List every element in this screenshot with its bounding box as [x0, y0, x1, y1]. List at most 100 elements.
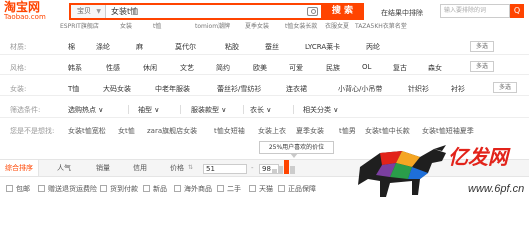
style-option[interactable]: 休闲 [143, 63, 157, 73]
hot-keyword[interactable]: TAZA5KH衣第名堂 [355, 21, 407, 30]
hot-keyword[interactable]: tomiom潮牌 [195, 21, 230, 30]
hot-keyword[interactable]: t恤 [153, 21, 161, 30]
related-search-label: 您是不是想找: [10, 127, 55, 135]
women-option[interactable]: 衬衫 [451, 84, 465, 94]
style-option[interactable]: 简约 [216, 63, 230, 73]
related-search-row: 您是不是想找: 女装t恤宽松 女t恤 zara旗舰店女装 t恤女短袖 女装上衣 … [0, 121, 529, 138]
sort-popularity-tab[interactable]: 人气 [57, 160, 71, 176]
watermark-site: www.6pf.cn [468, 183, 525, 195]
style-multi-select-button[interactable]: 多选 [470, 61, 494, 72]
free-shipping-checkbox[interactable] [6, 185, 13, 192]
hot-keyword[interactable]: 衣服女夏 [325, 21, 349, 30]
material-option[interactable]: 蚕丝 [265, 42, 279, 52]
style-option[interactable]: 韩系 [68, 63, 82, 73]
price-min-input[interactable]: 51 [203, 164, 247, 174]
exclude-search-button[interactable]: Q [510, 4, 524, 18]
style-option[interactable]: 森女 [428, 63, 442, 73]
related-keyword[interactable]: 女装t恤短袖夏季 [422, 126, 474, 136]
search-input[interactable] [107, 5, 307, 18]
related-keyword[interactable]: 女装t恤宽松 [68, 126, 106, 136]
related-keyword[interactable]: zara旗舰店女装 [147, 126, 197, 136]
sort-price-tab[interactable]: 价格 [170, 160, 184, 176]
checkbox-label: 正品保障 [288, 185, 316, 193]
watermark: 亿发网 www.6pf.cn [350, 137, 529, 206]
search-scope-label: 宝贝 [77, 7, 91, 15]
material-option[interactable]: 粘胶 [225, 42, 239, 52]
related-keyword[interactable]: t恤女短袖 [214, 126, 245, 136]
sort-default-tab[interactable]: 综合排序 [0, 160, 39, 176]
style-option[interactable]: 可爱 [289, 63, 303, 73]
women-option[interactable]: 大码女装 [103, 84, 131, 94]
hot-keyword[interactable]: ESPRIT旗舰店 [60, 21, 99, 30]
style-option[interactable]: 性感 [106, 63, 120, 73]
price-bar-highlighted [284, 160, 289, 174]
price-range-dash: - [251, 164, 254, 172]
cod-checkbox[interactable] [100, 185, 107, 192]
material-option[interactable]: LYCRA莱卡 [305, 42, 340, 52]
style-option[interactable]: 民族 [326, 63, 340, 73]
filter-fit-dropdown[interactable]: 服装款型 ∨ [191, 105, 226, 115]
related-keyword[interactable]: 女装t恤中长款 [365, 126, 410, 136]
watermark-brand: 亿发网 [448, 145, 508, 169]
material-option[interactable]: 棉 [68, 42, 75, 52]
filter-length-dropdown[interactable]: 衣长 ∨ [250, 105, 271, 115]
style-option[interactable]: 欧美 [253, 63, 267, 73]
price-bar [272, 169, 277, 174]
search-box: 宝贝 ▼ 搜 索 [69, 3, 364, 20]
top-bar: 淘宝网 Taobao.com 宝贝 ▼ 搜 索 在结果中排除 输入要排除的词 Q [0, 0, 529, 22]
hot-keyword[interactable]: t恤女装长款 [285, 21, 317, 30]
sort-arrow-icon: ⇅ [188, 164, 194, 171]
women-option[interactable]: 连衣裙 [286, 84, 307, 94]
hot-keyword[interactable]: 女装 [120, 21, 132, 30]
search-icon: Q [513, 6, 521, 15]
hot-keywords: ESPRIT旗舰店 女装 t恤 tomiom潮牌 夏季女装 t恤女装长款 衣服女… [0, 21, 529, 30]
search-scope-select[interactable]: 宝贝 ▼ [71, 5, 106, 18]
women-option[interactable]: 小背心/小吊带 [338, 84, 382, 94]
sort-sales-tab[interactable]: 销量 [96, 160, 110, 176]
checkbox-label: 包邮 [16, 185, 30, 193]
material-option[interactable]: 莫代尔 [175, 42, 196, 52]
style-option[interactable]: 文艺 [180, 63, 194, 73]
taobao-logo[interactable]: 淘宝网 Taobao.com [4, 1, 62, 21]
related-keyword[interactable]: 夏季女装 [296, 126, 324, 136]
filter-row: 筛选条件: 选购热点 ∨ 袖型 ∨ 服装款型 ∨ 衣长 ∨ 相关分类 ∨ [0, 100, 529, 118]
divider [293, 105, 294, 114]
filter-hot-dropdown[interactable]: 选购热点 ∨ [68, 105, 103, 115]
new-item-checkbox[interactable] [143, 185, 150, 192]
material-option[interactable]: 丙纶 [366, 42, 380, 52]
return-insurance-checkbox[interactable] [38, 185, 45, 192]
checkbox-label: 海外商品 [184, 185, 212, 193]
checkbox-label: 货到付款 [110, 185, 138, 193]
related-keyword[interactable]: 女t恤 [118, 126, 135, 136]
divider [180, 105, 181, 114]
exclude-input[interactable]: 输入要排除的词 [440, 4, 510, 18]
search-button[interactable]: 搜 索 [321, 3, 364, 20]
price-distribution[interactable] [272, 160, 295, 174]
second-hand-checkbox[interactable] [217, 185, 224, 192]
women-option[interactable]: 蕾丝衫/雪纺衫 [217, 84, 261, 94]
women-multi-select-button[interactable]: 多选 [493, 82, 517, 93]
genuine-checkbox[interactable] [278, 185, 285, 192]
material-multi-select-button[interactable]: 多选 [470, 41, 494, 52]
material-option[interactable]: 麻 [136, 42, 143, 52]
style-row: 风格: 韩系 性感 休闲 文艺 简约 欧美 可爱 民族 OL 复古 森女 多选 [0, 58, 529, 75]
women-option[interactable]: T恤 [68, 84, 79, 94]
women-option[interactable]: 中老年服装 [155, 84, 190, 94]
related-keyword[interactable]: t恤男 [339, 126, 356, 136]
hot-keyword[interactable]: 夏季女装 [245, 21, 269, 30]
style-option[interactable]: OL [362, 63, 371, 71]
tmall-checkbox[interactable] [249, 185, 256, 192]
women-option[interactable]: 针织衫 [408, 84, 429, 94]
sort-credit-tab[interactable]: 信用 [133, 160, 147, 176]
material-row: 材质: 棉 涤纶 麻 莫代尔 粘胶 蚕丝 LYCRA莱卡 丙纶 多选 [0, 38, 529, 55]
related-keyword[interactable]: 女装上衣 [258, 126, 286, 136]
style-option[interactable]: 复古 [393, 63, 407, 73]
overseas-checkbox[interactable] [174, 185, 181, 192]
camera-icon[interactable] [307, 7, 318, 16]
filter-sleeve-dropdown[interactable]: 袖型 ∨ [138, 105, 159, 115]
chevron-down-icon: ▼ [96, 8, 101, 15]
filter-category-dropdown[interactable]: 相关分类 ∨ [303, 105, 338, 115]
price-bar [290, 166, 295, 174]
material-option[interactable]: 涤纶 [96, 42, 110, 52]
logo-name: 淘宝网 [4, 0, 41, 14]
